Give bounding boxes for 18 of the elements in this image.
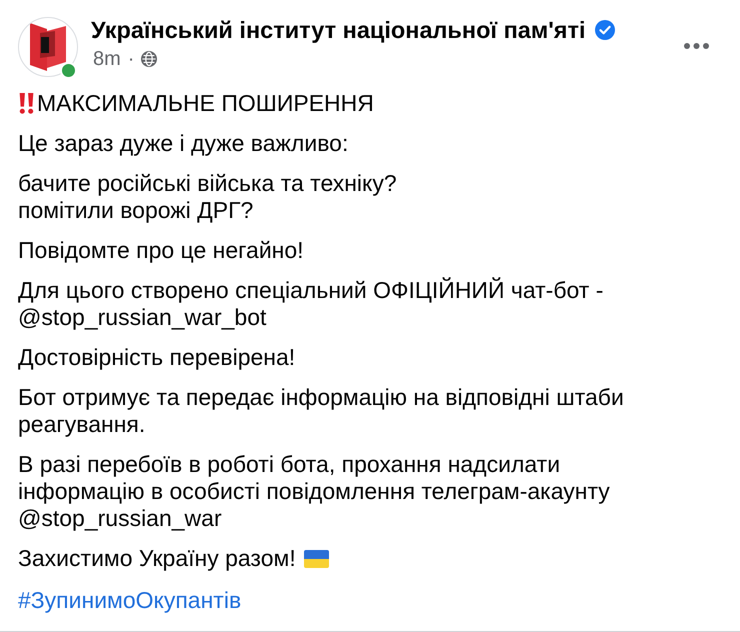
post-paragraph: В разі перебоїв в роботі бота, прохання надсилати інформацію в особисті повідомлення телеграм-акаунту @stop_russian_war [18, 451, 611, 532]
headline-text: МАКСИМАЛЬНЕ ПОШИРЕННЯ [37, 90, 374, 117]
post-paragraph: бачите російські війська та техніку? помітили ворожі ДРГ? [18, 170, 398, 224]
author-name[interactable]: Український інститут національної пам'яті [91, 17, 586, 43]
more-options-icon [684, 43, 709, 49]
logo-icon [28, 23, 68, 71]
post-paragraph: Повідомте про це негайно! [18, 237, 305, 264]
post-paragraph: Достовірність перевірена! [18, 344, 296, 371]
post-paragraph: Захистимо Україну разом! [18, 545, 296, 572]
post-paragraph: Бот отримує та передає інформацію на відповідні штаби реагування. [18, 384, 625, 438]
post-paragraph: Для цього створено спеціальний ОФІЦІЙНИЙ чат-бот - @stop_russian_war_bot [18, 277, 604, 331]
globe-icon [141, 51, 158, 67]
post-time[interactable]: 8m [93, 48, 121, 70]
post-paragraph: Це зараз дуже і дуже важливо: [18, 130, 350, 157]
double-exclamation-icon [18, 93, 35, 114]
hashtag-link[interactable]: #ЗупинимоОкупантів [18, 587, 242, 613]
meta-separator: · [128, 48, 134, 70]
ukraine-flag-icon [304, 550, 329, 568]
